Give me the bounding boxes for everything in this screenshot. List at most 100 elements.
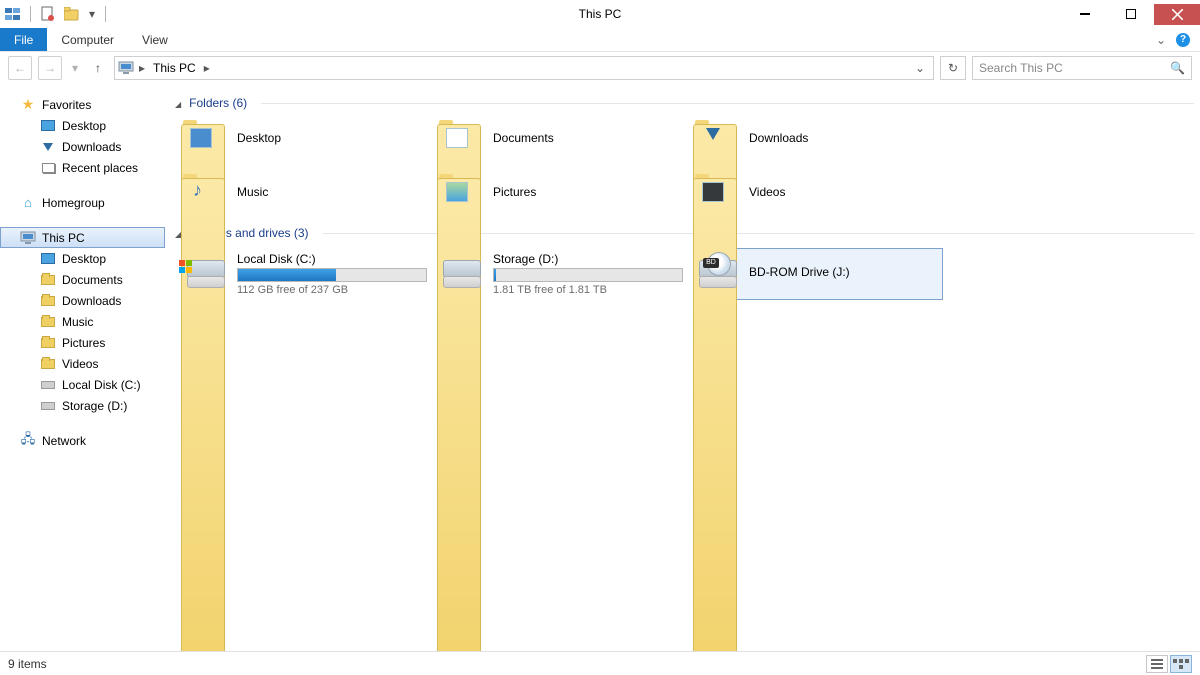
close-button[interactable] <box>1154 4 1200 25</box>
nav-item-documents[interactable]: Documents <box>0 269 165 290</box>
folder-icon <box>437 118 481 158</box>
refresh-button[interactable]: ↻ <box>940 56 966 80</box>
nav-homegroup[interactable]: ⌂ Homegroup <box>0 192 165 213</box>
qat-separator <box>30 6 31 22</box>
chevron-right-icon[interactable]: ▸ <box>200 61 214 75</box>
qat-dropdown-icon[interactable]: ▾ <box>87 5 97 23</box>
nav-item-pictures[interactable]: Pictures <box>0 332 165 353</box>
breadcrumb-thispc[interactable]: This PC <box>149 61 200 75</box>
maximize-button[interactable] <box>1108 4 1154 25</box>
nav-item-label: Videos <box>62 357 98 371</box>
group-folders-label: Folders (6) <box>189 96 247 110</box>
minimize-button[interactable] <box>1062 4 1108 25</box>
new-folder-icon[interactable] <box>63 5 81 23</box>
optical-drive-icon: BD <box>697 252 739 292</box>
properties-icon[interactable] <box>39 5 57 23</box>
folder-label: Desktop <box>237 131 281 145</box>
nav-item-label: Documents <box>62 273 123 287</box>
nav-network[interactable]: 🖧 Network <box>0 430 165 451</box>
folder-icon <box>693 118 737 158</box>
content-pane: Folders (6) Desktop Documents Downloads … <box>165 84 1200 651</box>
nav-item-label: Desktop <box>62 119 106 133</box>
nav-item-desktop[interactable]: Desktop <box>0 115 165 136</box>
chevron-right-icon[interactable]: ▸ <box>135 61 149 75</box>
nav-back-button[interactable]: ← <box>8 56 32 80</box>
nav-item-videos[interactable]: Videos <box>0 353 165 374</box>
drive-icon <box>185 252 227 292</box>
network-icon: 🖧 <box>20 433 36 449</box>
nav-item-label: Pictures <box>62 336 105 350</box>
drive-name: BD-ROM Drive (J:) <box>749 265 929 279</box>
tab-computer[interactable]: Computer <box>47 28 128 51</box>
nav-item-label: Downloads <box>62 294 121 308</box>
folder-icon <box>41 275 55 285</box>
nav-item-label: Recent places <box>62 161 138 175</box>
nav-thispc[interactable]: This PC <box>0 227 165 248</box>
navigation-pane: ★ Favorites Desktop Downloads Recent pla… <box>0 84 165 651</box>
system-menu-icon[interactable] <box>4 5 22 23</box>
folder-label: Documents <box>493 131 554 145</box>
nav-item-desktop[interactable]: Desktop <box>0 248 165 269</box>
window-title: This PC <box>0 7 1200 21</box>
folder-label: Music <box>237 185 268 199</box>
nav-item-label: Storage (D:) <box>62 399 127 413</box>
folder-label: Pictures <box>493 185 536 199</box>
pc-icon <box>117 59 135 77</box>
address-dropdown-icon[interactable]: ⌄ <box>909 61 931 75</box>
windows-logo-icon <box>179 260 193 274</box>
group-folders-header[interactable]: Folders (6) <box>175 96 1194 110</box>
drive-icon <box>41 402 55 410</box>
search-placeholder: Search This PC <box>979 61 1063 75</box>
nav-forward-button[interactable]: → <box>38 56 62 80</box>
folder-icon <box>437 172 481 212</box>
view-tiles-button[interactable] <box>1170 655 1192 673</box>
drive-free-text: 112 GB free of 237 GB <box>237 284 417 296</box>
nav-item-music[interactable]: Music <box>0 311 165 332</box>
nav-item-label: Music <box>62 315 93 329</box>
file-tab[interactable]: File <box>0 28 47 51</box>
search-input[interactable]: Search This PC 🔍 <box>972 56 1192 80</box>
address-bar[interactable]: ▸ This PC ▸ ⌄ <box>114 56 934 80</box>
ribbon-expand-icon[interactable]: ⌄ <box>1156 33 1166 47</box>
drive-name: Storage (D:) <box>493 252 673 266</box>
nav-item-label: Downloads <box>62 140 121 154</box>
nav-thispc-label: This PC <box>42 231 85 245</box>
folder-icon <box>41 359 55 369</box>
nav-up-button[interactable]: ↑ <box>88 58 108 78</box>
folder-videos[interactable]: Videos <box>693 168 943 216</box>
nav-favorites[interactable]: ★ Favorites <box>0 94 165 115</box>
nav-item-storage-d[interactable]: Storage (D:) <box>0 395 165 416</box>
downloads-icon <box>43 143 53 151</box>
search-icon: 🔍 <box>1170 61 1185 75</box>
status-item-count: 9 items <box>8 657 47 671</box>
group-drives-header[interactable]: Devices and drives (3) <box>175 226 1194 240</box>
nav-homegroup-label: Homegroup <box>42 196 105 210</box>
folder-music[interactable]: ♪ Music <box>181 168 431 216</box>
folder-pictures[interactable]: Pictures <box>437 168 687 216</box>
drive-free-text: 1.81 TB free of 1.81 TB <box>493 284 673 296</box>
desktop-icon <box>41 253 55 264</box>
folder-icon <box>41 296 55 306</box>
nav-item-localdisk-c[interactable]: Local Disk (C:) <box>0 374 165 395</box>
nav-item-downloads[interactable]: Downloads <box>0 290 165 311</box>
folder-downloads[interactable]: Downloads <box>693 114 943 162</box>
nav-network-label: Network <box>42 434 86 448</box>
folder-icon <box>693 172 737 212</box>
nav-item-recent[interactable]: Recent places <box>0 157 165 178</box>
nav-item-label: Local Disk (C:) <box>62 378 141 392</box>
folder-documents[interactable]: Documents <box>437 114 687 162</box>
desktop-icon <box>41 120 55 131</box>
view-details-button[interactable] <box>1146 655 1168 673</box>
nav-item-downloads[interactable]: Downloads <box>0 136 165 157</box>
drive-name: Local Disk (C:) <box>237 252 417 266</box>
folder-desktop[interactable]: Desktop <box>181 114 431 162</box>
drive-usage-bar <box>493 268 683 282</box>
help-icon[interactable]: ? <box>1176 33 1190 47</box>
folder-label: Downloads <box>749 131 808 145</box>
folder-icon <box>181 118 225 158</box>
folder-icon: ♪ <box>181 172 225 212</box>
drive-icon <box>41 381 55 389</box>
recent-icon <box>42 163 55 173</box>
tab-view[interactable]: View <box>128 28 182 51</box>
nav-history-dropdown[interactable]: ▾ <box>68 56 82 80</box>
